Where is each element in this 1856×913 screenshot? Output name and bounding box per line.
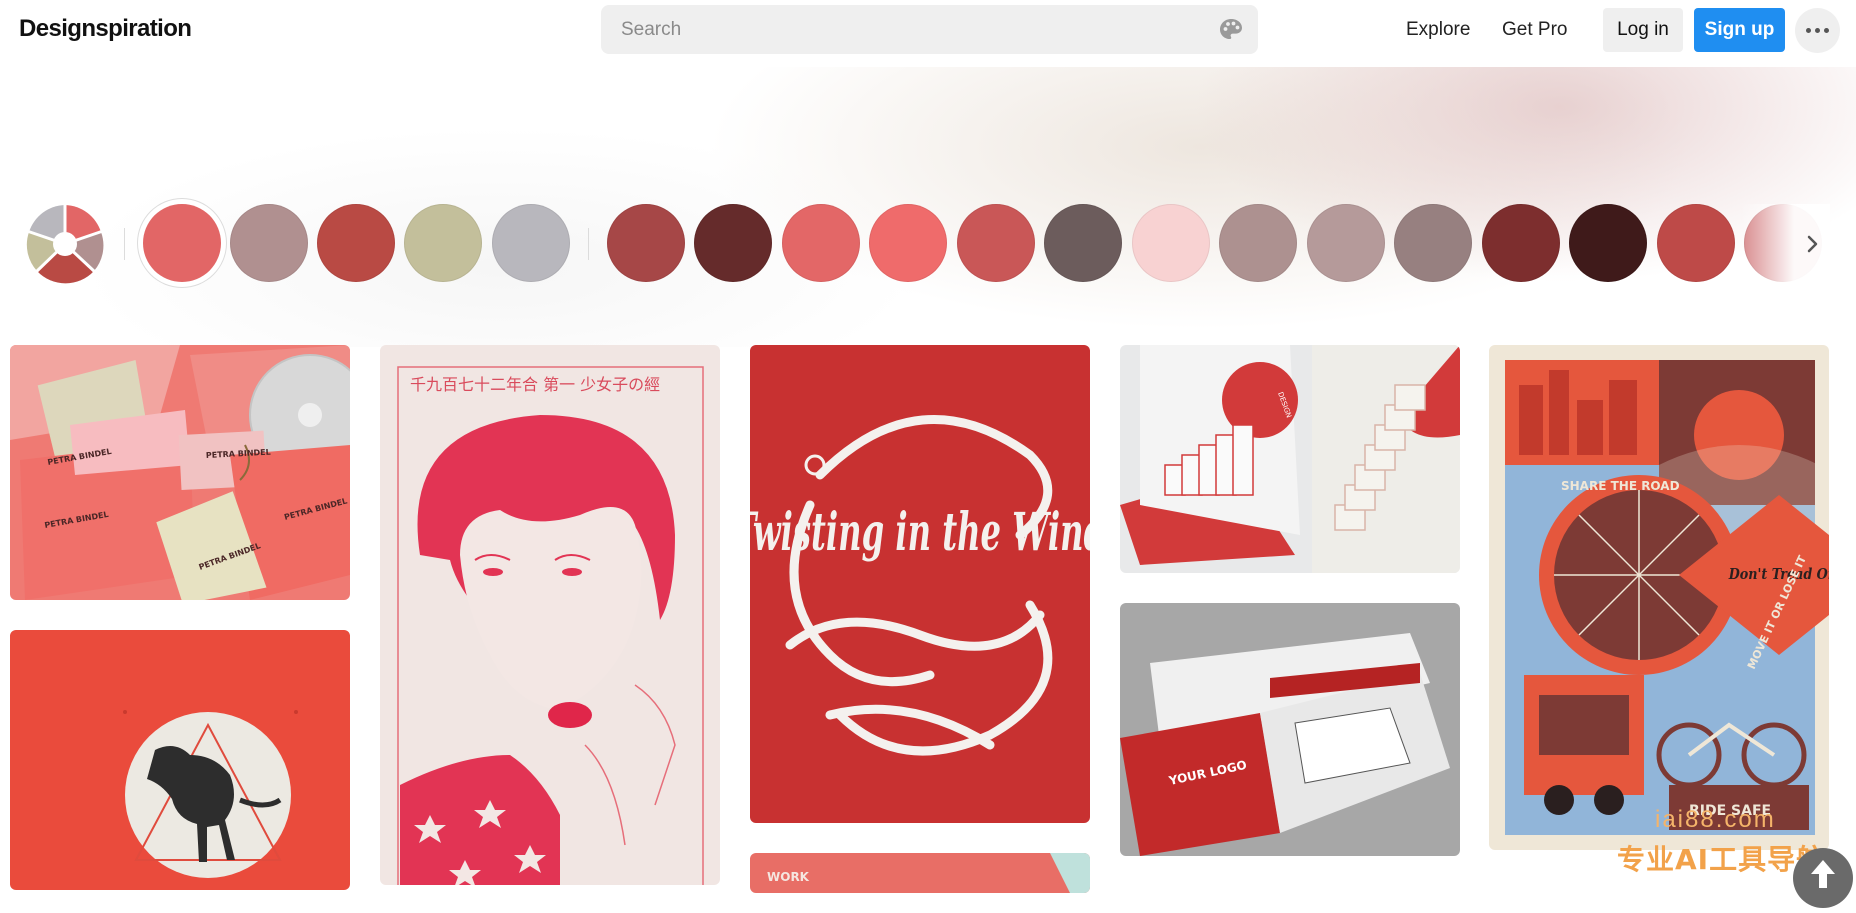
swatch-related-11[interactable] [1482,204,1560,282]
swatch-primary-5[interactable] [492,204,570,282]
pin-caption: 千九百七十二年合 第一 少女子の經 [410,375,660,394]
swatch-primary-4[interactable] [404,204,482,282]
swatch-related-13[interactable] [1657,204,1735,282]
more-dots-icon [1806,28,1811,33]
color-palette-icon[interactable] [1218,17,1244,43]
pin-japanese-woman-illustration[interactable]: 千九百七十二年合 第一 少女子の經 [380,345,720,885]
swatch-primary-1[interactable] [143,204,221,282]
pin-your-logo-brochure[interactable]: YOUR LOGO [1120,603,1460,856]
pin-work-card[interactable]: WORK [750,853,1090,893]
swatch-related-4[interactable] [869,204,947,282]
login-button[interactable]: Log in [1603,8,1683,52]
strip-divider [588,228,589,260]
pin-twisting-in-the-wind[interactable]: Twisting in the Wind [750,345,1090,823]
swatch-related-9[interactable] [1307,204,1385,282]
swatch-primary-2[interactable] [230,204,308,282]
nav-explore[interactable]: Explore [1406,19,1470,41]
swatch-related-3[interactable] [782,204,860,282]
swatch-primary-3[interactable] [317,204,395,282]
swatch-related-10[interactable] [1394,204,1472,282]
site-logo[interactable]: Designspiration [19,15,192,43]
nav-get-pro[interactable]: Get Pro [1502,19,1567,41]
swatch-related-7[interactable] [1132,204,1210,282]
pin-share-the-road-poster[interactable]: SHARE THE ROAD Don't Tread On Me MOVE IT… [1489,345,1829,850]
pin-popup-stairs-card[interactable]: DESIGN [1120,345,1460,573]
swatch-related-2[interactable] [694,204,772,282]
more-options-button[interactable] [1795,8,1840,53]
color-wheel-icon[interactable] [25,204,105,284]
top-navbar: Designspiration Explore Get Pro Log in S… [0,0,1856,67]
watermark-url: iai88.com [1655,806,1776,833]
search-input[interactable] [601,5,1201,54]
strip-divider [124,228,125,260]
scroll-to-top-button[interactable] [1793,848,1853,908]
swatch-related-12[interactable] [1569,204,1647,282]
swatch-related-8[interactable] [1219,204,1297,282]
swatch-related-6[interactable] [1044,204,1122,282]
swatch-related-1[interactable] [607,204,685,282]
signup-button[interactable]: Sign up [1694,8,1785,52]
pin-title: Twisting in the Wind [750,502,1090,563]
search-bar [601,5,1258,54]
color-filter-strip [0,204,1856,284]
swatch-related-5[interactable] [957,204,1035,282]
pin-text: Don't Tread On Me [1728,566,1829,583]
pin-text: SHARE THE ROAD [1561,479,1680,493]
pin-dinosaur-poster[interactable] [10,630,350,890]
pin-petra-bindel-stationery[interactable]: PETRA BINDEL PETRA BINDEL PETRA BINDEL P… [10,345,350,600]
chevron-right-icon[interactable] [1800,232,1824,256]
